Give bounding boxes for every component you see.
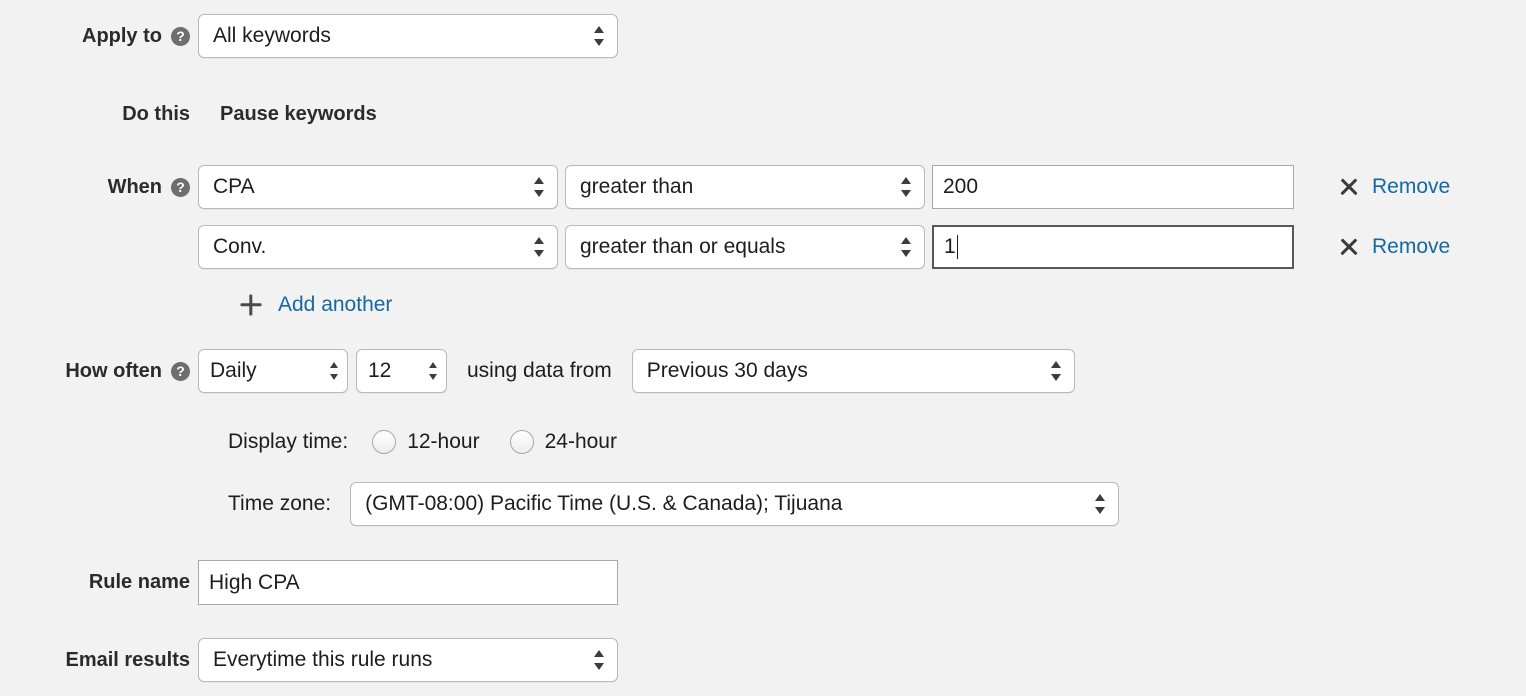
hour-select[interactable]: 12 [356,349,447,393]
when-row: When ? CPA greater than 200 Remove [0,165,1450,209]
remove-link-1[interactable]: Remove [1372,175,1450,199]
display-time-option-12-hour[interactable]: 12-hour [372,430,480,454]
how-often-label-text: How often [65,359,162,382]
frequency-value: Daily [210,359,257,382]
chevron-updown-icon [429,361,438,381]
plus-icon[interactable] [240,294,262,316]
chevron-updown-icon [534,235,545,259]
chevron-updown-icon [330,361,339,381]
help-circle-icon[interactable]: ? [171,177,190,197]
time-zone-label: Time zone: [228,492,332,515]
time-zone-select[interactable]: (GMT-08:00) Pacific Time (U.S. & Canada)… [350,482,1120,526]
condition-row-1: CPA greater than 200 Remove [198,165,1450,209]
how-often-controls: Daily 12 using data from Previous 30 day… [198,349,1075,393]
email-results-label-text: Email results [65,648,190,671]
apply-to-row: Apply to ? All keywords [0,14,618,58]
chevron-updown-icon [901,175,912,199]
condition-metric-value-2: Conv. [213,235,267,258]
rule-name-row: Rule name High CPA [0,560,618,605]
chevron-updown-icon [1050,359,1062,383]
text-caret [956,235,958,259]
add-another-button[interactable]: Add another [240,293,392,317]
hour-value: 12 [368,359,392,382]
radio-12-hour[interactable] [372,430,397,454]
condition-metric-value-1: CPA [213,175,255,198]
help-circle-icon[interactable]: ? [171,26,190,46]
condition-operator-value-1: greater than [580,175,694,198]
condition-remove-2[interactable]: Remove [1339,235,1450,259]
date-range-select[interactable]: Previous 30 days [631,349,1075,393]
apply-to-select[interactable]: All keywords [198,14,618,58]
condition-value-input-2[interactable]: 1 [932,225,1294,269]
help-circle-icon[interactable]: ? [171,361,190,381]
condition-value-text-2: 1 [944,235,956,258]
do-this-label-text: Do this [122,102,190,125]
condition-operator-value-2: greater than or equals [580,235,786,258]
how-often-row: How often ? Daily 12 using data from Pre… [0,349,1075,393]
time-zone-row: Time zone: (GMT-08:00) Pacific Time (U.S… [228,482,1120,526]
radio-24-hour[interactable] [509,430,534,454]
display-time-option-24-hour[interactable]: 24-hour [509,430,617,454]
apply-to-label: Apply to ? [0,14,198,58]
email-results-select[interactable]: Everytime this rule runs [198,638,618,682]
condition-metric-select-2[interactable]: Conv. [198,225,558,269]
email-results-label: Email results [0,638,198,682]
when-label-text: When [107,175,162,198]
rule-name-label: Rule name [0,560,198,605]
condition-value-text-1: 200 [943,175,979,198]
display-time-row: Display time: 12-hour 24-hour [228,430,617,454]
frequency-select[interactable]: Daily [198,349,348,393]
add-another-row: Add another [240,293,392,317]
radio-24-hour-label: 24-hour [544,430,617,453]
do-this-label: Do this [0,102,198,126]
rule-name-value: High CPA [209,570,300,594]
condition-value-input-1[interactable]: 200 [932,165,1294,209]
condition-operator-select-1[interactable]: greater than [565,165,925,209]
condition-row-2-wrapper: Conv. greater than or equals 1 Remove [198,225,1450,269]
do-this-row: Do this Pause keywords [0,102,377,126]
condition-operator-select-2[interactable]: greater than or equals [565,225,925,269]
email-results-row: Email results Everytime this rule runs [0,638,618,682]
close-x-icon[interactable] [1339,237,1359,257]
remove-link-2[interactable]: Remove [1372,235,1450,259]
how-often-label: How often ? [0,349,198,393]
display-time-label: Display time: [228,430,349,453]
date-range-value: Previous 30 days [646,359,808,382]
email-results-value: Everytime this rule runs [213,648,433,671]
add-another-label[interactable]: Add another [278,293,392,317]
chevron-updown-icon [901,235,912,259]
do-this-action-text: Pause keywords [220,102,377,125]
automated-rule-form: Apply to ? All keywords Do this Pause ke… [0,0,1526,696]
radio-12-hour-label: 12-hour [407,430,480,453]
condition-row-2: Conv. greater than or equals 1 Remove [198,225,1450,269]
apply-to-select-value: All keywords [213,24,331,47]
chevron-updown-icon [594,648,605,672]
using-data-from-label: using data from [467,359,612,382]
chevron-updown-icon [594,24,605,48]
rule-name-input[interactable]: High CPA [198,560,618,605]
chevron-updown-icon [534,175,545,199]
condition-remove-1[interactable]: Remove [1339,175,1450,199]
time-zone-value: (GMT-08:00) Pacific Time (U.S. & Canada)… [365,492,843,515]
close-x-icon[interactable] [1339,177,1359,197]
condition-metric-select-1[interactable]: CPA [198,165,558,209]
apply-to-label-text: Apply to [82,24,162,47]
chevron-updown-icon [1095,492,1106,516]
when-label: When ? [0,165,198,209]
rule-name-label-text: Rule name [88,571,190,593]
